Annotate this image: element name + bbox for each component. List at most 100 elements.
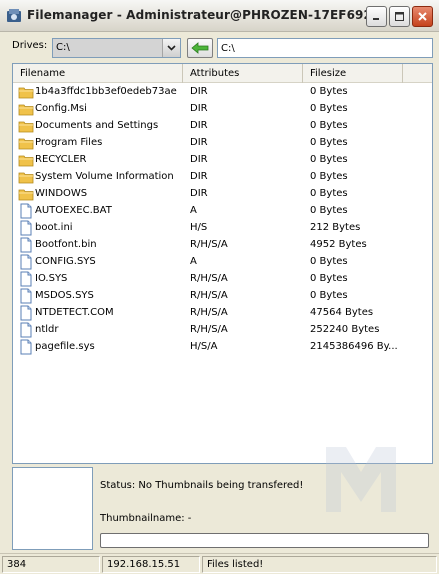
table-row[interactable]: NTDETECT.COM R/H/S/A 47564 Bytes <box>13 305 432 322</box>
drives-label: Drives: <box>12 40 48 51</box>
drive-select[interactable]: C:\ <box>52 38 181 58</box>
row-filename: Program Files <box>35 137 103 148</box>
row-attributes: DIR <box>190 188 208 199</box>
file-icon <box>18 305 34 321</box>
row-filename: RECYCLER <box>35 154 87 165</box>
row-filesize: 0 Bytes <box>310 154 348 165</box>
row-filesize: 0 Bytes <box>310 171 348 182</box>
row-attributes: H/S <box>190 222 208 233</box>
table-row[interactable]: Config.Msi DIR 0 Bytes <box>13 101 432 118</box>
row-attributes: A <box>190 205 197 216</box>
row-filename: NTDETECT.COM <box>35 307 114 318</box>
row-attributes: R/H/S/A <box>190 273 228 284</box>
folder-icon <box>18 84 34 100</box>
file-icon <box>18 322 34 338</box>
title-bar[interactable]: Filemanager - Administrateur@PHROZEN-17E… <box>0 0 439 32</box>
table-row[interactable]: RECYCLER DIR 0 Bytes <box>13 152 432 169</box>
row-attributes: DIR <box>190 154 208 165</box>
row-filesize: 0 Bytes <box>310 188 348 199</box>
file-icon <box>18 271 34 287</box>
row-attributes: DIR <box>190 86 208 97</box>
minimize-icon <box>373 18 379 20</box>
row-filename: MSDOS.SYS <box>35 290 94 301</box>
thumbnail-name: Thumbnailname: - <box>100 513 192 524</box>
row-filesize: 0 Bytes <box>310 137 348 148</box>
maximize-icon <box>395 12 404 21</box>
row-filesize: 0 Bytes <box>310 205 348 216</box>
row-filesize: 0 Bytes <box>310 273 348 284</box>
watermark-logo <box>326 447 396 512</box>
table-row[interactable]: MSDOS.SYS R/H/S/A 0 Bytes <box>13 288 432 305</box>
row-filesize: 0 Bytes <box>310 120 348 131</box>
row-filename: AUTOEXEC.BAT <box>35 205 112 216</box>
window-title: Filemanager - Administrateur@PHROZEN-17E… <box>27 8 372 22</box>
row-attributes: R/H/S/A <box>190 307 228 318</box>
table-row[interactable]: boot.ini H/S 212 Bytes <box>13 220 432 237</box>
table-row[interactable]: ntldr R/H/S/A 252240 Bytes <box>13 322 432 339</box>
row-filename: ntldr <box>35 324 59 335</box>
row-filesize: 0 Bytes <box>310 256 348 267</box>
row-filesize: 4952 Bytes <box>310 239 367 250</box>
transfer-progress-bar <box>100 533 429 548</box>
status-message: Files listed! <box>202 556 437 573</box>
row-filesize: 0 Bytes <box>310 103 348 114</box>
thumbnail-preview <box>12 467 93 550</box>
drive-dropdown-button[interactable] <box>162 39 180 57</box>
table-row[interactable]: CONFIG.SYS A 0 Bytes <box>13 254 432 271</box>
table-row[interactable]: Documents and Settings DIR 0 Bytes <box>13 118 432 135</box>
row-filename: 1b4a3ffdc1bb3ef0edeb73ae <box>35 86 177 97</box>
row-attributes: A <box>190 256 197 267</box>
row-filename: Documents and Settings <box>35 120 159 131</box>
row-attributes: DIR <box>190 171 208 182</box>
thumbnail-status: Status: No Thumbnails being transfered! <box>100 480 304 491</box>
row-attributes: R/H/S/A <box>190 290 228 301</box>
back-arrow-icon <box>191 42 209 54</box>
file-icon <box>18 203 34 219</box>
status-ip: 192.168.15.51 <box>102 556 200 573</box>
row-attributes: R/H/S/A <box>190 239 228 250</box>
row-filesize: 47564 Bytes <box>310 307 374 318</box>
folder-icon <box>18 169 34 185</box>
table-row[interactable]: IO.SYS R/H/S/A 0 Bytes <box>13 271 432 288</box>
column-header-attributes[interactable]: Attributes <box>183 64 303 83</box>
row-attributes: H/S/A <box>190 341 218 352</box>
table-row[interactable]: WINDOWS DIR 0 Bytes <box>13 186 432 203</box>
close-button[interactable] <box>412 6 433 27</box>
file-icon <box>18 339 34 355</box>
filemanager-app-icon <box>7 9 21 22</box>
table-row[interactable]: System Volume Information DIR 0 Bytes <box>13 169 432 186</box>
row-filename: pagefile.sys <box>35 341 95 352</box>
status-bar: 384 192.168.15.51 Files listed! <box>0 553 439 574</box>
file-icon <box>18 288 34 304</box>
table-row[interactable]: Bootfont.bin R/H/S/A 4952 Bytes <box>13 237 432 254</box>
row-filesize: 0 Bytes <box>310 86 348 97</box>
minimize-button[interactable] <box>366 6 387 27</box>
folder-icon <box>18 101 34 117</box>
row-filesize: 2145386496 By... <box>310 341 398 352</box>
table-row[interactable]: 1b4a3ffdc1bb3ef0edeb73ae DIR 0 Bytes <box>13 84 432 101</box>
row-filename: System Volume Information <box>35 171 174 182</box>
list-header: Filename Attributes Filesize <box>13 64 432 83</box>
drive-select-value: C:\ <box>56 42 70 53</box>
row-filename: Config.Msi <box>35 103 87 114</box>
row-filename: CONFIG.SYS <box>35 256 96 267</box>
folder-icon <box>18 152 34 168</box>
status-count: 384 <box>2 556 100 573</box>
path-field[interactable] <box>217 38 433 58</box>
row-attributes: R/H/S/A <box>190 324 228 335</box>
table-row[interactable]: Program Files DIR 0 Bytes <box>13 135 432 152</box>
row-filename: boot.ini <box>35 222 73 233</box>
table-row[interactable]: pagefile.sys H/S/A 2145386496 By... <box>13 339 432 356</box>
table-row[interactable]: AUTOEXEC.BAT A 0 Bytes <box>13 203 432 220</box>
file-list[interactable]: Filename Attributes Filesize 1b4a3ffdc1b… <box>12 63 433 464</box>
maximize-button[interactable] <box>389 6 410 27</box>
folder-icon <box>18 135 34 151</box>
file-icon <box>18 254 34 270</box>
column-header-filename[interactable]: Filename <box>13 64 183 83</box>
back-button[interactable] <box>187 38 213 58</box>
folder-icon <box>18 186 34 202</box>
row-attributes: DIR <box>190 120 208 131</box>
row-filesize: 252240 Bytes <box>310 324 380 335</box>
close-icon <box>418 12 427 21</box>
column-header-filesize[interactable]: Filesize <box>303 64 403 83</box>
